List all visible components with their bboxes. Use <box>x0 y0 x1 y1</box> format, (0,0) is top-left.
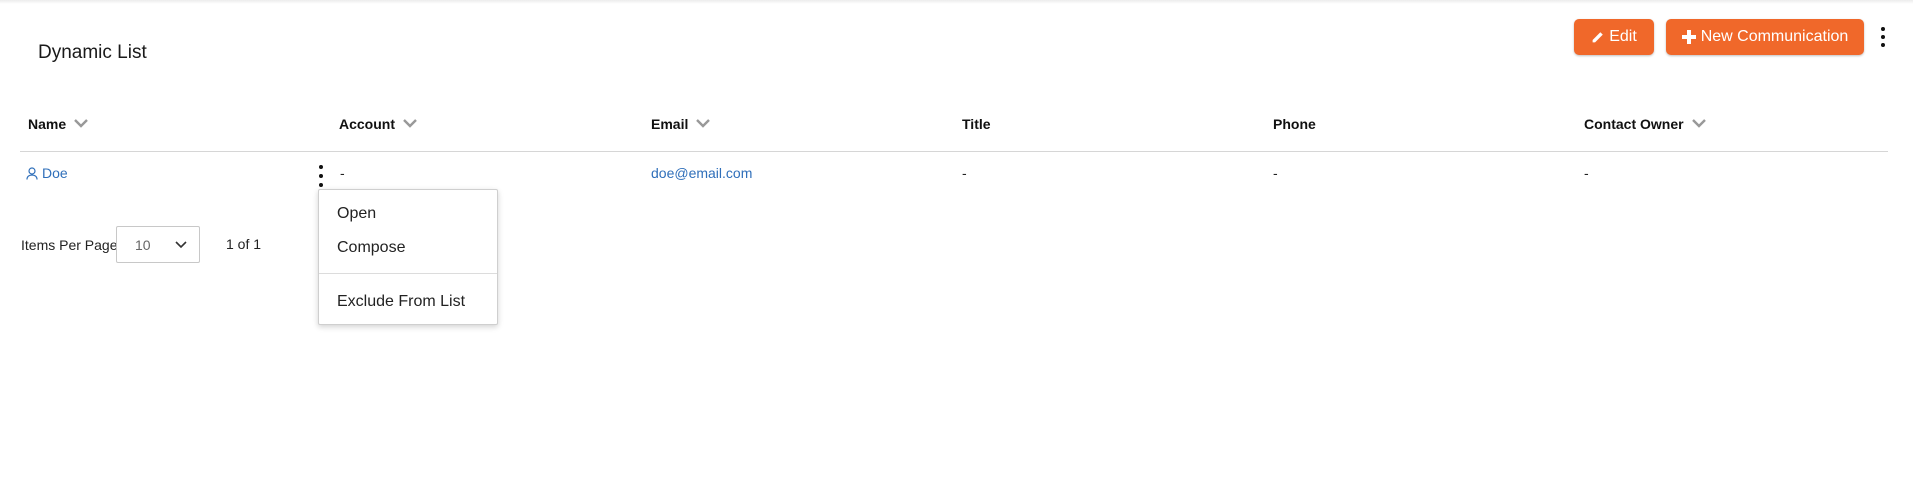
table-header: Name Account Email Title Phone Contact O… <box>20 106 1888 152</box>
page-count: 1 of 1 <box>226 236 262 252</box>
column-header-name[interactable]: Name <box>28 116 88 132</box>
column-header-email[interactable]: Email <box>651 116 711 132</box>
table-row: Doe - doe@email.com - - - <box>20 152 1888 192</box>
email-link[interactable]: doe@email.com <box>651 165 752 181</box>
pagination: Items Per Page 10 1 of 1 <box>21 226 261 263</box>
contact-owner-cell: - <box>1584 165 1589 181</box>
plus-icon <box>1681 30 1696 44</box>
items-per-page-label: Items Per Page <box>21 236 118 253</box>
menu-item-compose[interactable]: Compose <box>337 239 405 257</box>
person-icon <box>26 166 38 180</box>
phone-cell: - <box>1273 165 1278 181</box>
column-header-contact-owner[interactable]: Contact Owner <box>1584 116 1706 132</box>
column-header-account[interactable]: Account <box>339 116 417 132</box>
pencil-icon <box>1592 31 1603 42</box>
chevron-down-icon <box>175 240 187 248</box>
chevron-down-icon[interactable] <box>1691 119 1706 129</box>
page-title: Dynamic List <box>38 42 147 63</box>
top-shadow <box>0 0 1913 4</box>
contact-name-link[interactable]: Doe <box>26 165 68 181</box>
new-communication-button-label: New Communication <box>1700 28 1849 45</box>
column-header-phone: Phone <box>1273 116 1316 132</box>
column-header-title: Title <box>962 116 991 132</box>
menu-item-exclude-from-list[interactable]: Exclude From List <box>337 293 465 311</box>
items-per-page-value: 10 <box>135 236 151 253</box>
menu-item-open[interactable]: Open <box>337 205 376 223</box>
items-per-page-select[interactable]: 10 <box>116 226 200 263</box>
row-context-menu: Open Compose Exclude From List <box>318 189 498 325</box>
chevron-down-icon[interactable] <box>74 119 88 129</box>
menu-divider <box>319 273 497 274</box>
title-cell: - <box>962 165 967 181</box>
row-actions-icon[interactable] <box>316 165 326 187</box>
chevron-down-icon[interactable] <box>696 119 711 129</box>
new-communication-button[interactable]: New Communication <box>1666 19 1864 55</box>
account-cell: - <box>340 165 345 181</box>
edit-button[interactable]: Edit <box>1574 19 1654 55</box>
more-options-icon[interactable] <box>1876 27 1890 47</box>
edit-button-label: Edit <box>1609 28 1637 45</box>
chevron-down-icon[interactable] <box>403 119 417 129</box>
